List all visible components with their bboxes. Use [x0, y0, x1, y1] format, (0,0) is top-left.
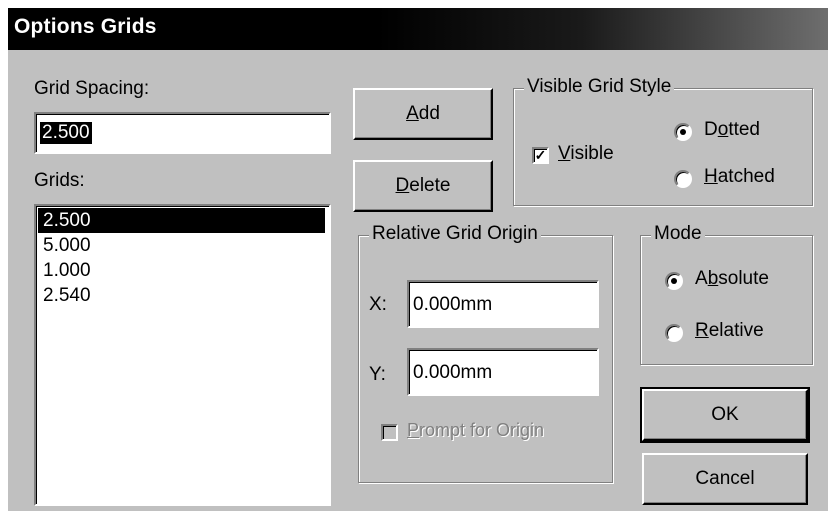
delete-button[interactable]: Delete	[353, 160, 493, 212]
prompt-for-origin-label: Prompt for Origin	[407, 420, 545, 440]
cancel-button-label: Cancel	[695, 468, 755, 489]
x-origin-input[interactable]: 0.000mm	[407, 280, 599, 328]
y-origin-value: 0.000mm	[413, 362, 493, 383]
relative-label: Relative	[695, 320, 764, 341]
mode-legend: Mode	[651, 223, 705, 245]
y-origin-input[interactable]: 0.000mm	[407, 348, 599, 396]
absolute-label: Absolute	[695, 268, 769, 289]
title-bar[interactable]: Options Grids	[8, 8, 828, 50]
hatched-radio[interactable]	[674, 170, 692, 188]
relative-grid-origin-legend: Relative Grid Origin	[369, 223, 541, 245]
grids-listbox[interactable]: 2.500 5.000 1.000 2.540	[34, 204, 331, 506]
prompt-for-origin-checkbox[interactable]	[381, 424, 398, 441]
absolute-radio[interactable]	[665, 272, 683, 290]
radio-selected-dot	[671, 278, 677, 284]
window-title: Options Grids	[14, 15, 157, 38]
grid-spacing-value: 2.500	[40, 122, 92, 144]
options-grids-dialog: Options Grids Grid Spacing: 2.500 Grids:…	[8, 8, 828, 511]
grid-spacing-label: Grid Spacing:	[34, 78, 150, 99]
x-label: X:	[369, 294, 387, 315]
grids-label: Grids:	[34, 170, 85, 191]
mode-group: Mode Absolute Relative	[640, 223, 813, 365]
grid-list-item[interactable]: 2.540	[38, 283, 325, 308]
cancel-button[interactable]: Cancel	[642, 453, 808, 505]
hatched-label: Hatched	[704, 166, 775, 187]
visible-label: Visible	[558, 143, 614, 164]
add-button-label: Add	[406, 103, 440, 124]
ok-button[interactable]: OK	[640, 387, 810, 443]
check-mark-icon: ✓	[534, 147, 547, 163]
y-label: Y:	[369, 364, 386, 385]
relative-grid-origin-group: Relative Grid Origin X: 0.000mm Y: 0.000…	[358, 223, 613, 483]
grid-list-item[interactable]: 5.000	[38, 233, 325, 258]
relative-radio[interactable]	[665, 324, 683, 342]
dotted-label: Dotted	[704, 119, 761, 140]
grid-list-item[interactable]: 1.000	[38, 258, 325, 283]
grid-list-item[interactable]: 2.500	[38, 208, 325, 233]
dotted-radio[interactable]	[674, 123, 692, 141]
visible-grid-style-legend: Visible Grid Style	[524, 76, 675, 98]
visible-checkbox[interactable]: ✓	[532, 147, 549, 164]
ok-button-label: OK	[711, 404, 739, 425]
delete-button-label: Delete	[395, 175, 451, 196]
grid-spacing-input[interactable]: 2.500	[34, 112, 331, 154]
add-button[interactable]: Add	[353, 88, 493, 140]
radio-selected-dot	[680, 129, 686, 135]
x-origin-value: 0.000mm	[413, 294, 493, 315]
visible-grid-style-group: Visible Grid Style ✓ Visible Dotted Hatc…	[513, 76, 813, 206]
